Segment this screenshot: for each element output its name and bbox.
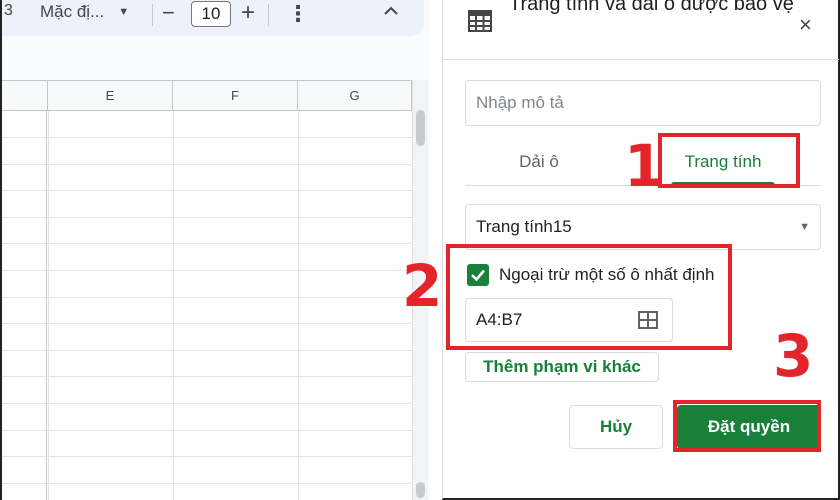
chevron-down-icon: ▼ [799,221,810,233]
close-icon[interactable]: × [799,12,812,38]
panel-title: Trang tính và dải ô được bảo vệ [509,0,794,15]
toolbar-separator [268,4,269,26]
toolbar-partial-item: 3 [4,2,13,19]
chevron-down-icon: ▼ [118,6,130,18]
cancel-button[interactable]: Hủy [569,405,663,449]
panel-header: Trang tính và dải ô được bảo vệ × [443,0,839,60]
step-number-1: 1 [624,132,665,200]
grid-row-line [2,137,412,138]
highlight-box-except-cells [446,244,732,350]
column-header-g[interactable]: G [298,81,412,111]
chevron-up-icon[interactable] [383,3,399,19]
grid-column-line [173,111,174,500]
grid-row-line [2,376,412,377]
grid-column-line [48,111,49,500]
grid-row-line [2,403,412,404]
font-family-label: Mặc đị... [40,2,105,21]
grid-row-line [2,297,412,298]
more-vert-icon[interactable]: ⋮ [287,1,309,27]
grid-column-line [298,111,299,500]
toolbar: 3 Mặc đị... ▼ − 10 + ⋮ [2,0,424,36]
grid-row-line [2,270,412,271]
table-grid-icon [468,10,492,32]
increase-font-size-button[interactable]: + [241,0,255,27]
grid-row-line [2,350,412,351]
scrollbar-thumb[interactable] [416,110,425,146]
grid-row-line [2,164,412,165]
column-header-partial [2,81,48,111]
step-number-2: 2 [402,252,443,320]
scrollbar-thumb-bottom[interactable] [416,482,425,498]
step-number-3: 3 [773,322,814,390]
column-header-e[interactable]: E [48,81,173,111]
description-input[interactable] [465,80,821,126]
decrease-font-size-button[interactable]: − [162,0,175,26]
tab-range[interactable]: Dải ô [465,138,613,186]
add-another-range-button[interactable]: Thêm phạm vi khác [465,352,659,382]
row-header-gutter [2,111,47,500]
toolbar-separator [152,4,153,26]
grid-row-line [2,190,412,191]
highlight-box-set-permissions [673,400,821,452]
grid-row-line [2,323,412,324]
grid-row-line [2,217,412,218]
column-header-f[interactable]: F [173,81,298,111]
highlight-box-sheet-tab [658,133,800,188]
grid-row-line [2,483,412,484]
font-family-dropdown[interactable]: Mặc đị... ▼ [40,2,129,22]
grid-row-line [2,456,412,457]
font-size-input[interactable]: 10 [191,1,231,27]
sheet-select-value: Trang tính15 [476,217,572,236]
spreadsheet-area: 3 Mặc đị... ▼ − 10 + ⋮ E F G [0,0,430,500]
grid-row-line [2,243,412,244]
grid-row-line [2,430,412,431]
sheet-grid[interactable]: E F G [2,80,412,500]
